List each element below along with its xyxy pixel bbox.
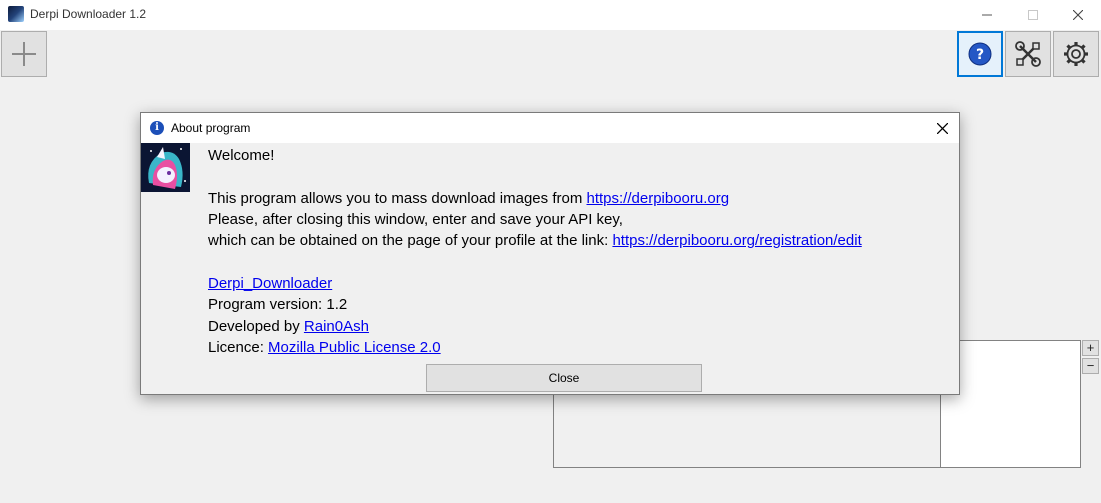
maximize-icon	[1028, 10, 1038, 20]
derpibooru-link[interactable]: https://derpibooru.org	[587, 190, 730, 207]
info-icon: i	[150, 121, 164, 135]
description-line-2: Please, after closing this window, enter…	[208, 211, 623, 228]
developer-link[interactable]: Rain0Ash	[304, 318, 369, 335]
developed-by-label: Developed by	[208, 318, 304, 335]
licence-line: Licence: Mozilla Public License 2.0	[208, 339, 441, 356]
window-title: Derpi Downloader 1.2	[30, 7, 147, 21]
plus-icon	[12, 42, 36, 66]
maximize-button[interactable]	[1010, 0, 1056, 30]
description-line-1: This program allows you to mass download…	[208, 190, 729, 207]
svg-text:?: ?	[976, 47, 984, 63]
help-button[interactable]: ?	[957, 31, 1003, 77]
app-link[interactable]: Derpi_Downloader	[208, 275, 332, 292]
close-button[interactable]: Close	[426, 364, 702, 392]
minimize-icon	[982, 14, 992, 16]
avatar	[141, 143, 190, 192]
dialog-close-button[interactable]	[931, 117, 953, 139]
question-icon: ?	[968, 42, 992, 66]
tag-list[interactable]	[940, 340, 1081, 468]
dialog-titlebar: i About program	[141, 113, 959, 143]
add-button[interactable]	[1, 31, 47, 77]
window-close-button[interactable]	[1055, 0, 1101, 30]
about-dialog: i About program Welcome! This program al…	[140, 112, 960, 395]
version-text: Program version: 1.2	[208, 296, 348, 313]
description-line-3: which can be obtained on the page of you…	[208, 232, 862, 249]
settings-button[interactable]	[1053, 31, 1099, 77]
close-icon	[1073, 10, 1083, 20]
licence-link[interactable]: Mozilla Public License 2.0	[268, 339, 441, 356]
tools-button[interactable]	[1005, 31, 1051, 77]
window-titlebar: Derpi Downloader 1.2	[0, 0, 1101, 30]
registration-edit-link[interactable]: https://derpibooru.org/registration/edit	[612, 232, 861, 249]
remove-tag-button[interactable]: −	[1082, 358, 1099, 374]
description-text: which can be obtained on the page of you…	[208, 232, 613, 249]
licence-label: Licence:	[208, 339, 269, 356]
minimize-button[interactable]	[964, 0, 1010, 30]
app-icon	[8, 6, 24, 22]
description-text: This program allows you to mass download…	[208, 190, 587, 207]
developer-line: Developed by Rain0Ash	[208, 318, 369, 335]
welcome-text: Welcome!	[208, 147, 275, 164]
close-icon	[936, 122, 948, 134]
tools-icon	[1015, 41, 1041, 67]
add-tag-button[interactable]: +	[1082, 340, 1099, 356]
gear-icon	[1064, 42, 1088, 66]
pony-avatar-icon	[141, 143, 190, 192]
dialog-title: About program	[171, 121, 251, 135]
